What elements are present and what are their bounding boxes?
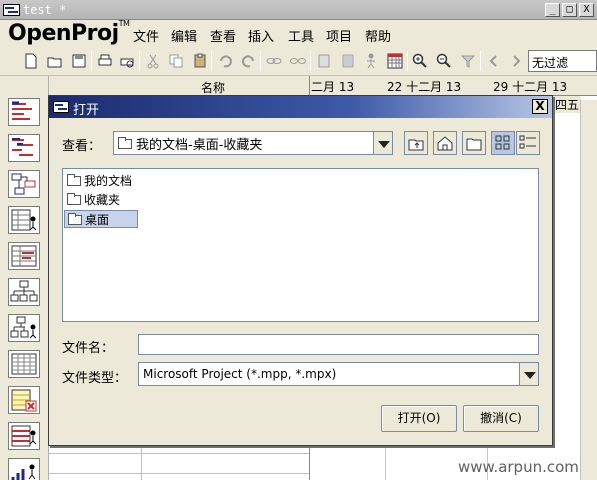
save-icon[interactable] [70, 52, 88, 70]
filename-label: 文件名： [62, 341, 115, 356]
open-dialog: 打开 X 查看： 我的文档-桌面-收藏夹 我的文档 收藏夹 桌面 文件名： 文件… [48, 95, 553, 446]
print-icon[interactable] [96, 52, 114, 70]
print-preview-icon[interactable] [118, 52, 136, 70]
folder-icon [118, 137, 132, 149]
menu-view[interactable]: 查看 [210, 26, 236, 45]
timeline-weekday: 四五 [553, 96, 582, 113]
task-usage-view-icon[interactable] [8, 242, 40, 270]
timeline-header: 二月 13 22 十二月 13 29 十二月 13 四五 [309, 76, 597, 113]
dialog-titlebar: 打开 X [49, 96, 552, 118]
menu-help[interactable]: 帮助 [365, 26, 391, 45]
app-window-icon [3, 4, 20, 16]
maximize-button[interactable]: □ [562, 3, 577, 17]
zoom-in-icon[interactable] [411, 52, 429, 70]
filter-icon[interactable] [459, 52, 477, 70]
tracking-gantt-view-icon[interactable] [8, 134, 40, 162]
open-folder-icon[interactable] [46, 52, 64, 70]
minimize-button[interactable]: _ [545, 3, 560, 17]
link-icon[interactable] [265, 52, 283, 70]
copy-icon[interactable] [167, 52, 185, 70]
menu-bar: OpenProjTM 文件 编辑 查看 插入 工具 项目 帮助 [0, 18, 597, 46]
paste-icon[interactable] [191, 52, 209, 70]
network-view-icon[interactable] [8, 170, 40, 198]
vertical-scrollbar[interactable] [580, 100, 597, 480]
resource-view-icon[interactable] [8, 206, 40, 234]
dialog-app-icon [53, 101, 69, 113]
new-project-icon[interactable] [22, 52, 40, 70]
menu-project[interactable]: 项目 [326, 26, 352, 45]
undo-icon[interactable] [216, 52, 234, 70]
home-button[interactable] [433, 131, 457, 155]
cut-icon[interactable] [144, 52, 162, 70]
timeline-week-2: 22 十二月 13 [387, 80, 462, 94]
filetype-select[interactable]: Microsoft Project (*.mpp, *.mpx) [138, 362, 539, 386]
timeline-week-3: 29 十二月 13 [493, 80, 568, 94]
new-folder-button[interactable] [462, 131, 486, 155]
window-title: test * [23, 3, 67, 17]
gantt-view-icon[interactable] [8, 98, 40, 126]
folder-icon [67, 193, 81, 205]
zoom-out-icon[interactable] [435, 52, 453, 70]
filetype-label: 文件类型： [62, 371, 128, 386]
list-view-button[interactable] [491, 131, 515, 155]
scroll-left-icon[interactable] [485, 52, 503, 70]
details-view-button[interactable] [516, 131, 540, 155]
menu-insert[interactable]: 插入 [248, 26, 274, 45]
list-item[interactable]: 我的文档 [64, 172, 138, 190]
cancel-button[interactable]: 撤消(C) [463, 405, 539, 432]
chevron-down-icon[interactable] [519, 363, 538, 385]
filename-input[interactable] [138, 334, 539, 355]
menu-file[interactable]: 文件 [133, 26, 159, 45]
assign-resource-icon[interactable] [362, 52, 380, 70]
redo-icon[interactable] [240, 52, 258, 70]
folder-icon [68, 213, 82, 225]
notes-icon[interactable] [339, 52, 357, 70]
view-sidebar [0, 76, 49, 480]
scroll-right-icon[interactable] [507, 52, 525, 70]
menu-edit[interactable]: 编辑 [171, 26, 197, 45]
wbs-view-icon[interactable] [8, 278, 40, 306]
list-item[interactable]: 收藏夹 [64, 191, 138, 209]
look-in-select[interactable]: 我的文档-桌面-收藏夹 [113, 131, 393, 155]
task-info-icon[interactable] [315, 52, 333, 70]
list-item[interactable]: 桌面 [64, 210, 138, 228]
filter-select[interactable]: 无过滤 [528, 50, 597, 72]
watermark-text: www.arpun.com [458, 458, 579, 476]
chevron-down-icon[interactable] [373, 132, 392, 154]
file-list[interactable]: 我的文档 收藏夹 桌面 [62, 168, 539, 322]
report-view-icon[interactable] [8, 350, 40, 378]
calendar-icon[interactable] [386, 52, 404, 70]
look-in-label: 查看： [62, 139, 102, 154]
openproj-logo: OpenProjTM [8, 18, 130, 46]
task-table-header: 名称 [49, 76, 309, 96]
main-toolbar [0, 46, 597, 76]
dialog-close-button[interactable]: X [532, 99, 548, 114]
dialog-title: 打开 [73, 103, 100, 118]
projects-view-icon[interactable] [8, 386, 40, 414]
window-titlebar: test * _ □ X [0, 0, 597, 20]
timeline-week-1: 二月 13 [311, 80, 355, 94]
resource-usage-view-icon[interactable] [8, 422, 40, 450]
menu-tools[interactable]: 工具 [288, 26, 314, 45]
unlink-icon[interactable] [289, 52, 307, 70]
histogram-view-icon[interactable] [8, 458, 40, 480]
close-window-button[interactable]: X [579, 3, 594, 17]
up-folder-button[interactable] [404, 131, 428, 155]
rbs-view-icon[interactable] [8, 314, 40, 342]
column-name-header: 名称 [201, 81, 226, 95]
folder-icon [67, 174, 81, 186]
open-button[interactable]: 打开(O) [381, 405, 457, 432]
